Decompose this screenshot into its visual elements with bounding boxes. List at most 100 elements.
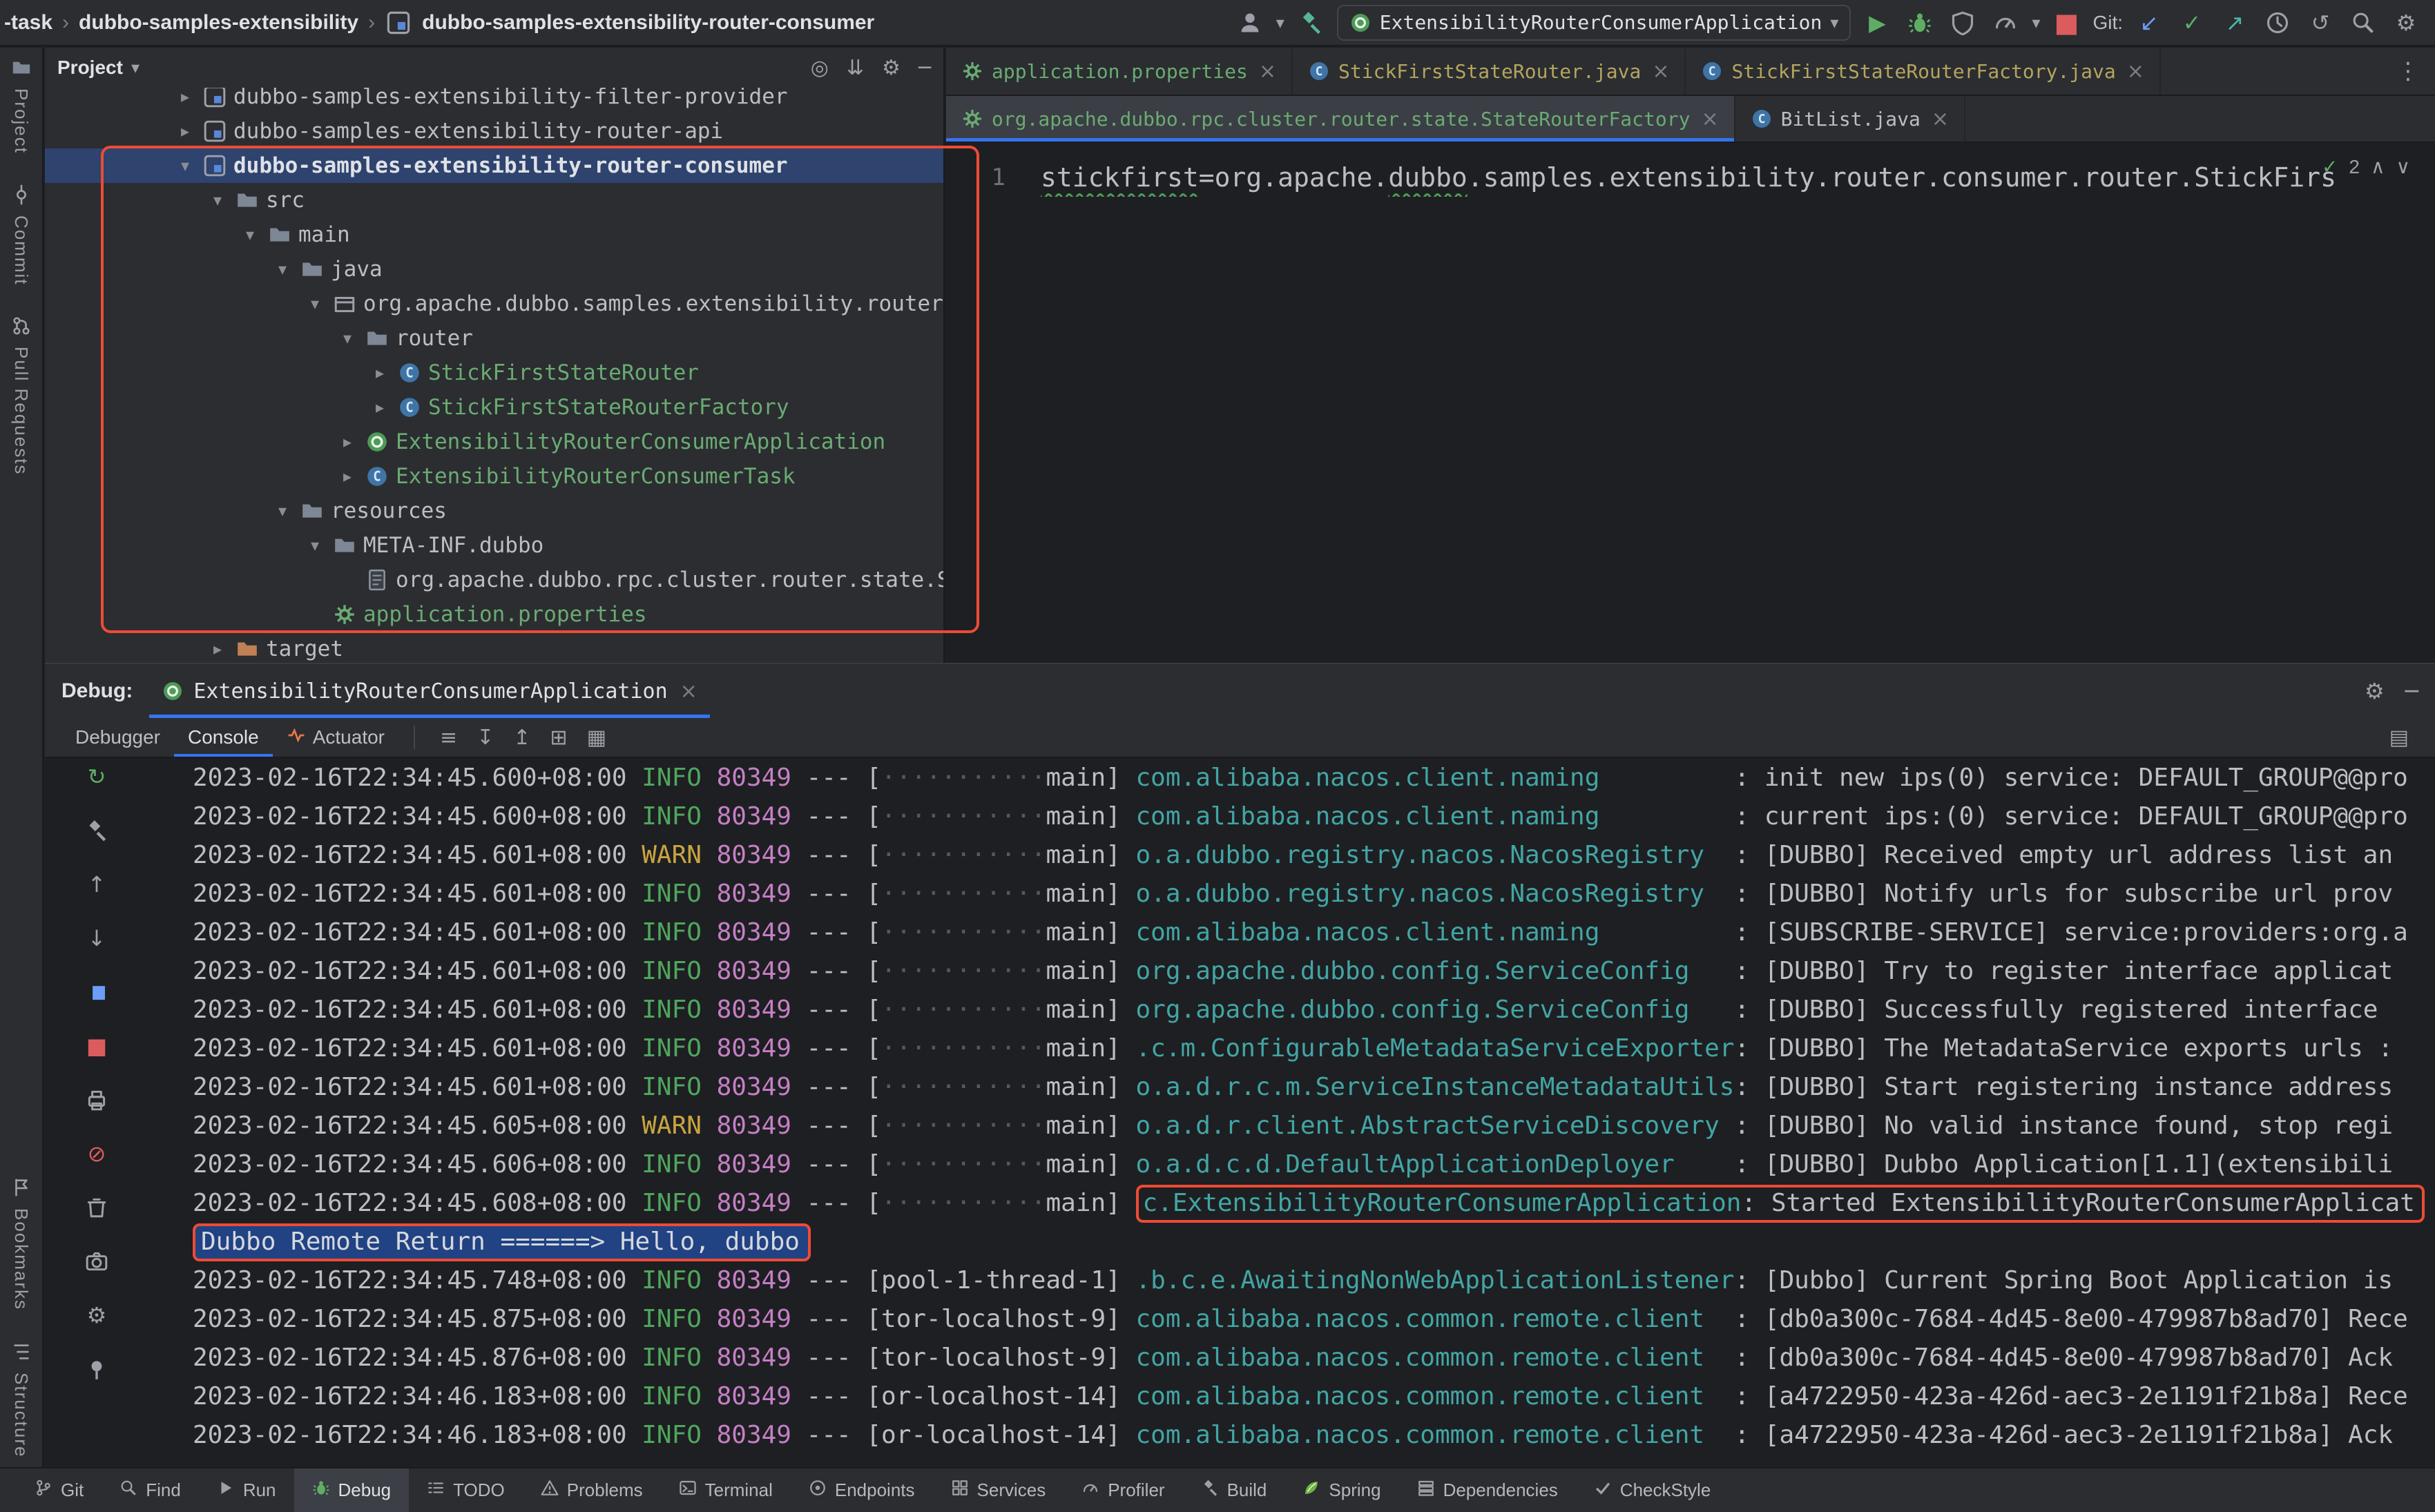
tree-item-dubbo-samples-extensibility-router-api[interactable]: ▸ dubbo-samples-extensibility-router-api — [45, 114, 943, 148]
chevron-down-icon[interactable]: ▾ — [302, 294, 327, 313]
chevron-right-icon[interactable]: ▸ — [205, 639, 230, 659]
settings-gear-icon[interactable]: ⚙ — [882, 56, 901, 80]
editor-tab-application-properties[interactable]: application.properties × — [946, 48, 1293, 95]
tree-item-extensibilityrouterconsumerapplication[interactable]: ▸ ExtensibilityRouterConsumerApplication — [45, 425, 943, 459]
console-output[interactable]: 2023-02-16T22:34:45.600+08:00 INFO 80349… — [45, 759, 2435, 1467]
tree-item-main[interactable]: ▾ main — [45, 217, 943, 252]
tree-item-router[interactable]: ▾ router — [45, 321, 943, 356]
statusbar-item-services[interactable]: Services — [933, 1469, 1064, 1512]
options-menu-icon[interactable]: ≡ — [430, 726, 467, 750]
debug-tab-actuator[interactable]: Actuator — [273, 718, 398, 757]
tree-item-src[interactable]: ▾ src — [45, 183, 943, 217]
collapse-all-icon[interactable]: ⇊ — [847, 56, 864, 80]
stripe-item-project[interactable]: Project — [10, 57, 32, 154]
statusbar-item-spring[interactable]: Spring — [1284, 1469, 1398, 1512]
chevron-down-icon[interactable]: ▾ — [238, 225, 262, 244]
tree-item-target[interactable]: ▸ target — [45, 632, 943, 663]
statusbar-item-git[interactable]: Git — [17, 1469, 102, 1512]
search-everywhere-icon[interactable] — [2347, 6, 2380, 39]
chevron-right-icon[interactable]: ▸ — [367, 363, 392, 382]
tree-item-application-properties[interactable]: application.properties — [45, 597, 943, 632]
chevron-right-icon[interactable]: ▸ — [367, 398, 392, 417]
tree-item-org-apache-dubbo-rpc-cluster-router-state-st[interactable]: org.apache.dubbo.rpc.cluster.router.stat… — [45, 563, 943, 597]
split-window-icon[interactable]: ⊞ — [540, 726, 577, 750]
chevron-down-icon[interactable]: ▾ — [335, 329, 360, 348]
debug-session-tab[interactable]: ExtensibilityRouterConsumerApplication × — [149, 664, 709, 718]
chevron-right-icon[interactable]: ▸ — [335, 432, 360, 452]
tree-item-stickfirststaterouter[interactable]: ▸ C StickFirstStateRouter — [45, 356, 943, 390]
debug-tab-console[interactable]: Console — [174, 718, 273, 757]
close-icon[interactable]: × — [1932, 107, 1949, 131]
debug-tab-debugger[interactable]: Debugger — [61, 718, 174, 757]
push-button[interactable]: ↗ — [2218, 6, 2251, 39]
stop-button[interactable]: ■ — [2050, 6, 2083, 39]
chevron-down-icon[interactable]: ▾ — [270, 501, 295, 521]
stripe-item-structure[interactable]: Structure — [10, 1341, 32, 1457]
chevron-down-icon[interactable]: ▾ — [270, 260, 295, 279]
statusbar-item-todo[interactable]: TODO — [409, 1469, 523, 1512]
editor-tab-org-apache-dubbo-rpc-cluster-router-state-staterouterfactory[interactable]: org.apache.dubbo.rpc.cluster.router.stat… — [946, 96, 1735, 142]
tree-item-extensibilityrouterconsumertask[interactable]: ▸ C ExtensibilityRouterConsumerTask — [45, 459, 943, 494]
code-line[interactable]: stickfirst=org.apache.dubbo.samples.exte… — [1041, 158, 2435, 197]
close-icon[interactable]: × — [1652, 59, 1669, 84]
tree-item-resources[interactable]: ▾ resources — [45, 494, 943, 528]
close-icon[interactable]: × — [680, 679, 697, 704]
statusbar-item-profiler[interactable]: Profiler — [1063, 1469, 1182, 1512]
hide-panel-icon[interactable]: ─ — [2405, 678, 2418, 704]
close-icon[interactable]: × — [2127, 59, 2144, 84]
breadcrumb-module[interactable]: dubbo-samples-extensibility-router-consu… — [422, 11, 874, 35]
grid-icon[interactable]: ▦ — [577, 726, 616, 750]
inspection-widget[interactable]: ✓ 2 ∧ ∨ — [2322, 155, 2410, 178]
stripe-item-bookmarks[interactable]: Bookmarks — [10, 1177, 32, 1311]
tree-item-dubbo-samples-extensibility-router-consumer[interactable]: ▾ dubbo-samples-extensibility-router-cons… — [45, 148, 943, 183]
tree-item-java[interactable]: ▾ java — [45, 252, 943, 287]
close-icon[interactable]: × — [1701, 107, 1718, 131]
close-icon[interactable]: × — [1259, 59, 1276, 84]
chevron-right-icon[interactable]: ▸ — [173, 122, 198, 141]
tree-item-org-apache-dubbo-samples-extensibility-router-c[interactable]: ▾ org.apache.dubbo.samples.extensibility.… — [45, 287, 943, 321]
coverage-button[interactable] — [1946, 6, 1979, 39]
undo-icon[interactable]: ↺ — [2304, 6, 2337, 39]
settings-gear-icon[interactable]: ⚙ — [2389, 6, 2423, 39]
tree-item-dubbo-samples-extensibility-filter-provider[interactable]: ▸ dubbo-samples-extensibility-filter-prov… — [45, 88, 943, 114]
statusbar-item-build[interactable]: Build — [1183, 1469, 1285, 1512]
chevron-down-icon[interactable]: ▾ — [205, 191, 230, 210]
statusbar-item-checkstyle[interactable]: CheckStyle — [1576, 1469, 1729, 1512]
locate-file-icon[interactable]: ◎ — [811, 56, 829, 80]
hide-panel-icon[interactable]: ─ — [918, 56, 931, 80]
history-icon[interactable] — [2261, 6, 2294, 39]
run-button[interactable]: ▶ — [1860, 6, 1894, 39]
chevron-right-icon[interactable]: ▸ — [173, 88, 198, 106]
tree-item-meta-inf-dubbo[interactable]: ▾ META-INF.dubbo — [45, 528, 943, 563]
chevron-right-icon[interactable]: ▸ — [335, 467, 360, 486]
editor-tab-stickfirststaterouterfactory-java[interactable]: C StickFirstStateRouterFactory.java × — [1686, 48, 2161, 95]
editor-tab-stickfirststaterouter-java[interactable]: C StickFirstStateRouter.java × — [1293, 48, 1686, 95]
statusbar-item-debug[interactable]: Debug — [293, 1469, 410, 1512]
commit-button[interactable]: ✓ — [2175, 6, 2208, 39]
debug-button[interactable] — [1903, 6, 1936, 39]
next-problem-icon[interactable]: ∨ — [2396, 155, 2411, 178]
statusbar-item-terminal[interactable]: Terminal — [661, 1469, 791, 1512]
user-avatar-icon[interactable] — [1233, 6, 1267, 39]
build-project-icon[interactable] — [1294, 6, 1327, 39]
scroll-to-end-icon[interactable]: ↧ — [467, 726, 503, 750]
stripe-item-pull-requests[interactable]: Pull Requests — [10, 316, 32, 476]
prev-problem-icon[interactable]: ∧ — [2371, 155, 2385, 178]
statusbar-item-problems[interactable]: Problems — [523, 1469, 661, 1512]
breadcrumb-project[interactable]: dubbo-samples-extensibility — [79, 11, 358, 35]
run-configuration-select[interactable]: ExtensibilityRouterConsumerApplication ▾ — [1336, 4, 1851, 41]
tree-item-stickfirststaterouterfactory[interactable]: ▸ C StickFirstStateRouterFactory — [45, 390, 943, 425]
stripe-item-commit[interactable]: Commit — [10, 184, 32, 285]
update-project-button[interactable]: ↙ — [2133, 6, 2166, 39]
chevron-down-icon[interactable]: ▾ — [302, 536, 327, 555]
tab-options-kebab-icon[interactable]: ⋮ — [2396, 48, 2420, 95]
project-view-select[interactable]: Project — [57, 57, 123, 79]
chevron-down-icon[interactable]: ▾ — [173, 156, 198, 175]
statusbar-item-find[interactable]: Find — [102, 1469, 199, 1512]
statusbar-item-run[interactable]: Run — [199, 1469, 294, 1512]
settings-gear-icon[interactable]: ⚙ — [2365, 678, 2385, 704]
editor-body[interactable]: 1 stickfirst=org.apache.dubbo.samples.ex… — [946, 144, 2435, 663]
editor-tab-bitlist-java[interactable]: C BitList.java × — [1735, 96, 1966, 142]
scroll-to-top-icon[interactable]: ↥ — [503, 726, 540, 750]
statusbar-item-dependencies[interactable]: Dependencies — [1399, 1469, 1576, 1512]
